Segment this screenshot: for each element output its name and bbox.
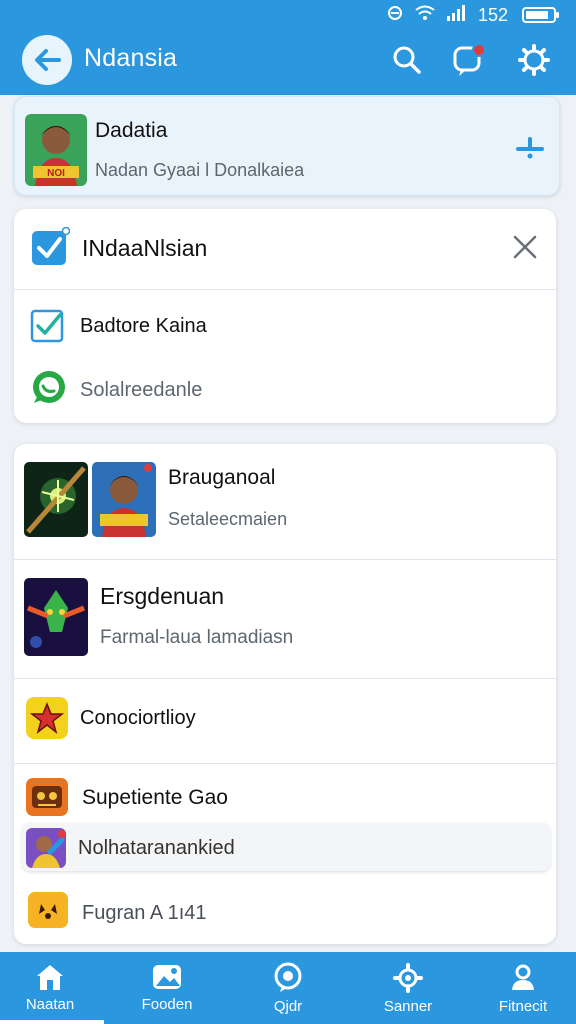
option-label: Solalreedanle — [80, 379, 203, 401]
battery-icon — [522, 7, 559, 23]
notice-checkbox[interactable] — [30, 226, 71, 272]
search-icon — [393, 46, 421, 74]
status-time: 152 — [477, 4, 508, 25]
plus-divide-icon — [516, 137, 544, 159]
checked-box-icon — [32, 226, 71, 265]
nav-label: Fooden — [141, 996, 193, 1013]
avatar-badge-text: NOI — [47, 168, 65, 179]
close-button[interactable] — [512, 234, 538, 265]
list-item-title: Fugran A 1ı41 — [82, 902, 207, 924]
list-item[interactable]: Supetiente Gao — [14, 764, 556, 824]
nav-item-gallery[interactable]: Fooden — [122, 962, 212, 1013]
nav-label: Qjdr — [273, 998, 303, 1015]
list-item-subtitle: Farmal-laua lamadiasn — [100, 627, 294, 648]
game-app-icon — [26, 778, 68, 816]
back-button[interactable] — [22, 35, 72, 85]
star-app-icon — [26, 697, 68, 739]
nav-item-home[interactable]: Naatan — [5, 962, 95, 1013]
character-app-icon — [26, 828, 66, 868]
whatsapp-icon — [33, 371, 65, 403]
app-bar: 152 Ndansia — [0, 0, 576, 95]
checkbox-checked-outline-icon — [30, 309, 64, 343]
nav-item-chat[interactable]: Qjdr — [243, 962, 333, 1015]
signal-icon — [446, 4, 468, 27]
game-thumbnail — [24, 578, 88, 656]
settings-icon — [393, 963, 423, 993]
profile-title: Dadatia — [95, 119, 168, 142]
app-list-card: Brauganoal Setaleecmaien Ersgdenuan Farm… — [14, 444, 556, 944]
wifi-icon — [414, 4, 436, 27]
option-label: Badtore Kaina — [80, 315, 207, 337]
list-item-title: Ersgdenuan — [100, 583, 225, 609]
nav-item-profile[interactable]: Fitnecit — [478, 962, 568, 1015]
gallery-icon — [153, 965, 181, 989]
profile-subtitle: Nadan Gyaai l Donalkaiea — [95, 160, 305, 180]
profile-card[interactable]: NOI Dadatia Nadan Gyaai l Donalkaiea — [14, 96, 560, 196]
list-item[interactable]: Brauganoal Setaleecmaien — [14, 444, 556, 559]
game-thumbnail — [24, 462, 88, 537]
active-nav-indicator — [0, 1020, 104, 1024]
notice-card: INdaaNlsian Badtore Kaina Solalreedanle — [14, 209, 556, 423]
bottom-navigation: Naatan Fooden Qjdr Sanner Fitnecit — [0, 952, 576, 1024]
list-item-title: Supetiente Gao — [82, 786, 228, 809]
nav-label: Naatan — [25, 996, 75, 1013]
game-thumbnail — [92, 462, 156, 537]
list-item[interactable]: Ersgdenuan Farmal-laua lamadiasn — [14, 560, 556, 678]
settings-button[interactable] — [516, 42, 552, 78]
list-item[interactable]: Conociortlioy — [14, 679, 556, 763]
profile-action-button[interactable] — [515, 135, 545, 166]
page-title: Ndansia — [84, 44, 178, 72]
list-item-subtitle: Setaleecmaien — [168, 509, 288, 529]
list-item-title: Conociortlioy — [80, 707, 196, 729]
nav-label: Sanner — [383, 998, 433, 1015]
nav-item-settings[interactable]: Sanner — [363, 962, 453, 1015]
list-item-title: Nolhataranankied — [78, 837, 235, 859]
list-item[interactable]: Nolhataranankied — [22, 823, 550, 871]
fire-app-icon — [28, 892, 68, 928]
person-icon — [512, 964, 534, 990]
profile-avatar: NOI — [25, 114, 87, 186]
chat-notification-icon — [453, 43, 486, 76]
divider — [14, 289, 556, 290]
option-radio[interactable] — [30, 369, 68, 412]
option-checkbox[interactable] — [30, 307, 68, 348]
nav-label: Fitnecit — [498, 998, 548, 1015]
list-item-title: Brauganoal — [168, 466, 276, 489]
notice-title: INdaaNlsian — [82, 235, 208, 261]
gear-icon — [518, 44, 550, 76]
home-icon — [37, 965, 63, 990]
notifications-button[interactable] — [451, 42, 487, 78]
chat-icon — [274, 962, 302, 992]
close-icon — [513, 235, 537, 259]
status-bar: 152 — [386, 4, 559, 27]
search-button[interactable] — [389, 42, 425, 78]
list-item[interactable]: Fugran A 1ı41 — [14, 884, 556, 940]
arrow-left-icon — [35, 49, 61, 71]
do-not-disturb-icon — [386, 4, 404, 27]
